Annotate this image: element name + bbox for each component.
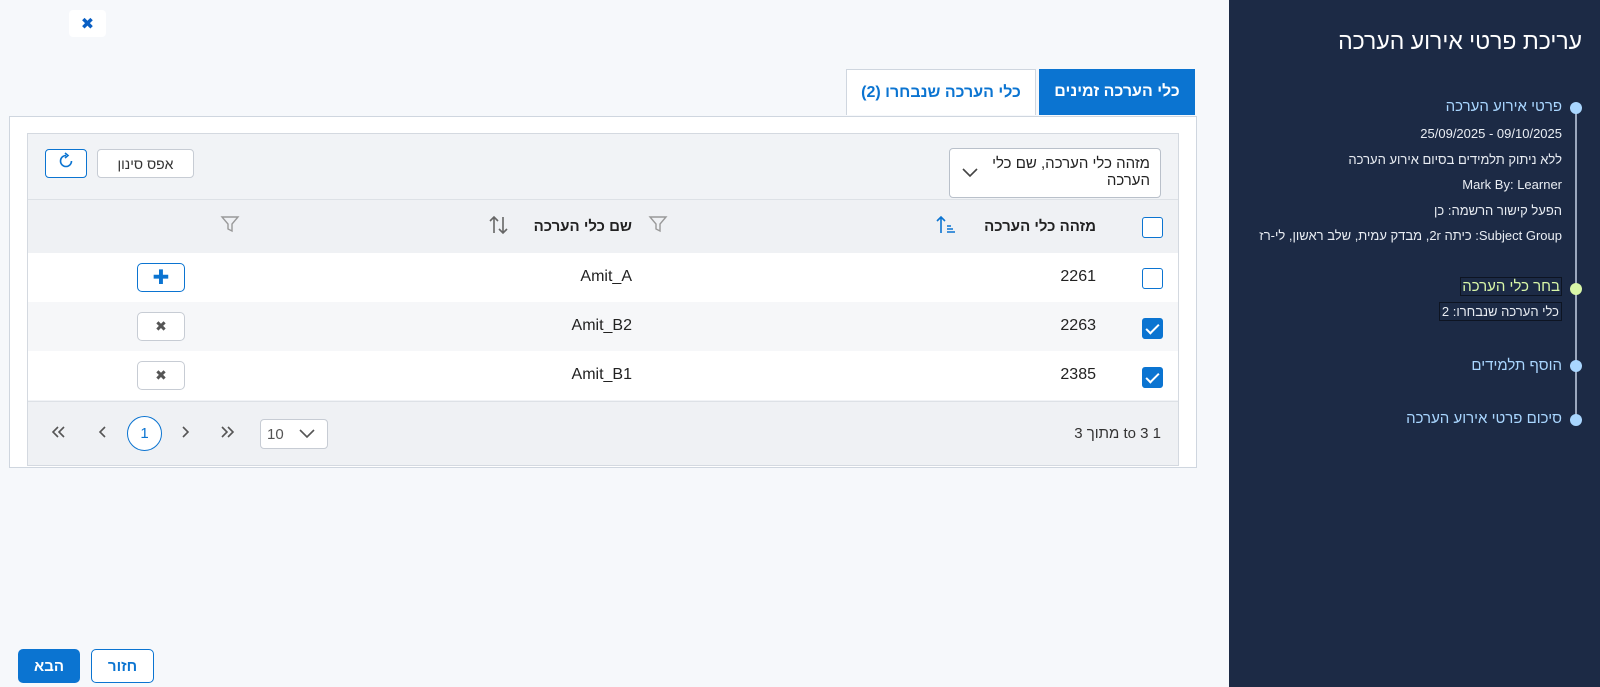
tools-panel: מזהה כלי הערכה, שם כלי הערכה אפס סינון מ… [9, 116, 1197, 468]
reset-filter-label: אפס סינון [117, 155, 174, 172]
select-all-checkbox[interactable] [1142, 217, 1163, 238]
tools-grid: מזהה כלי הערכה, שם כלי הערכה אפס סינון מ… [27, 133, 1179, 466]
step-detail: ללא ניתוק תלמידים בסיום אירוע הערכה [1348, 152, 1562, 167]
step-marker [1570, 102, 1582, 114]
chevron-down-icon [962, 165, 978, 182]
plus-icon: ✚ [152, 267, 170, 289]
add-tool-button[interactable]: ✚ [137, 263, 185, 292]
step-detail: הפעל קישור הרשמה: כן [1434, 203, 1562, 218]
tool-id-cell: 2385 [1060, 366, 1096, 383]
filter-funnel-icon[interactable] [648, 214, 668, 239]
page-range-info: 1 to 3 מתוך 3 [1074, 425, 1161, 442]
tab-available-tools-label: כלי הערכה זמינים [1054, 83, 1180, 100]
refresh-button[interactable] [45, 149, 87, 178]
filter-funnel-icon[interactable] [220, 214, 240, 239]
back-button[interactable]: חזור [91, 649, 154, 683]
step-detail: 09/10/2025 - 25/09/2025 [1420, 126, 1562, 141]
tool-id-cell: 2261 [1060, 268, 1096, 285]
remove-tool-button[interactable]: ✖ [137, 361, 185, 390]
wizard-sidebar: עריכת פרטי אירוע הערכה פרטי אירוע הערכה … [1229, 0, 1600, 687]
step-marker [1570, 360, 1582, 372]
row-checkbox[interactable] [1142, 318, 1163, 339]
sidebar-title: עריכת פרטי אירוע הערכה [1338, 28, 1582, 54]
tool-name-cell: Amit_B2 [571, 317, 632, 334]
close-button[interactable]: ✖ [69, 10, 106, 37]
table-row: 2385 Amit_B1 ✖ [28, 351, 1178, 400]
back-button-label: חזור [107, 657, 138, 675]
page-size-value: 10 [267, 426, 284, 443]
tab-selected-tools[interactable]: כלי הערכה שנבחרו (2) [846, 69, 1036, 115]
next-page-icon[interactable] [180, 423, 190, 444]
tool-name-cell: Amit_A [580, 268, 632, 285]
steps-timeline [1575, 106, 1577, 420]
step-detail: Subject Group: כיתה 2r, מבדק עמית, שלב ר… [1259, 228, 1562, 243]
column-header-id[interactable]: מזהה כלי הערכה [984, 218, 1096, 235]
chevron-down-icon [299, 427, 315, 442]
tab-available-tools[interactable]: כלי הערכה זמינים [1039, 69, 1195, 115]
previous-page-icon[interactable] [98, 423, 108, 444]
page-size-select[interactable]: 10 [260, 419, 328, 449]
column-header-name[interactable]: שם כלי הערכה [534, 218, 632, 235]
step-detail: כלי הערכה שנבחרו: 2 [1438, 302, 1562, 321]
close-icon: ✖ [80, 15, 95, 33]
step-summary[interactable]: סיכום פרטי אירוע הערכה [1406, 410, 1562, 427]
step-select-tools[interactable]: בחר כלי הערכה [1460, 277, 1562, 296]
search-field-select[interactable]: מזהה כלי הערכה, שם כלי הערכה [949, 148, 1161, 198]
step-marker-active [1570, 283, 1582, 295]
current-page-button[interactable]: 1 [127, 416, 162, 451]
remove-tool-button[interactable]: ✖ [137, 312, 185, 341]
close-icon: ✖ [155, 367, 167, 383]
tool-id-cell: 2263 [1060, 317, 1096, 334]
tool-name-cell: Amit_B1 [571, 366, 632, 383]
tab-selected-tools-label: כלי הערכה שנבחרו (2) [861, 83, 1021, 101]
refresh-icon [57, 152, 75, 175]
sort-ascending-icon[interactable] [936, 214, 956, 241]
table-header: מזהה כלי הערכה שם כלי הערכה [28, 199, 1178, 253]
sort-unsorted-icon[interactable] [488, 214, 510, 241]
step-event-details[interactable]: פרטי אירוע הערכה [1446, 98, 1562, 115]
last-page-icon[interactable] [220, 423, 236, 444]
pagination-bar: 1 to 3 מתוך 3 10 1 [28, 401, 1178, 465]
row-checkbox[interactable] [1142, 268, 1163, 289]
first-page-icon[interactable] [50, 423, 66, 444]
table-row: 2261 Amit_A ✚ [28, 253, 1178, 302]
current-page-number: 1 [140, 425, 149, 442]
step-add-students[interactable]: הוסף תלמידים [1471, 357, 1562, 374]
step-marker [1570, 414, 1582, 426]
step-detail: Mark By: Learner [1462, 177, 1562, 192]
table-row: 2263 Amit_B2 ✖ [28, 302, 1178, 351]
search-field-select-value: מזהה כלי הערכה, שם כלי הערכה [992, 155, 1150, 189]
close-icon: ✖ [155, 318, 167, 334]
reset-filter-button[interactable]: אפס סינון [97, 149, 194, 178]
row-checkbox[interactable] [1142, 367, 1163, 388]
next-button[interactable]: הבא [18, 649, 80, 683]
next-button-label: הבא [34, 657, 64, 675]
